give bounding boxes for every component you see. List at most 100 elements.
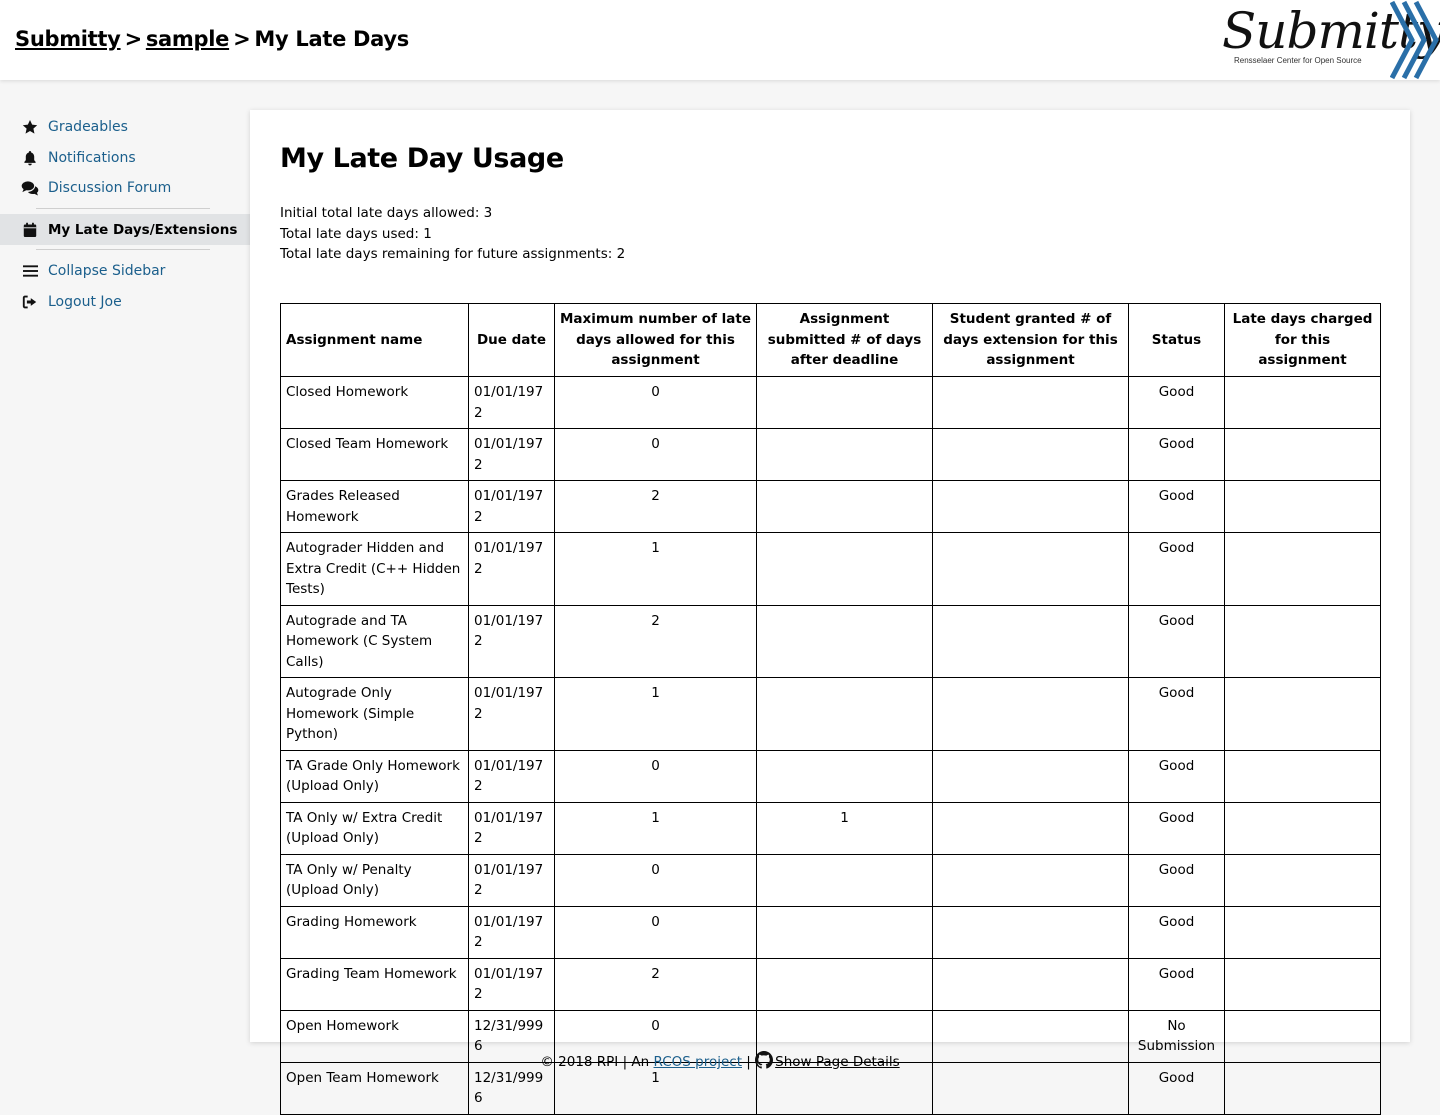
column-header: Student granted # of days extension for …	[932, 303, 1129, 377]
sidebar-item-notifications[interactable]: Notifications	[0, 142, 250, 173]
status-cell: Good	[1128, 801, 1225, 855]
status-cell: Good	[1128, 428, 1225, 481]
max-late-days-cell: 1	[554, 801, 757, 855]
due-date-cell: 01/01/1972	[468, 677, 555, 751]
footer: © 2018 RPI | An RCOS project | Show Page…	[0, 1051, 1440, 1073]
status-cell: Good	[1128, 376, 1225, 429]
table-row: TA Only w/ Extra Credit (Upload Only) 01/…	[280, 801, 1381, 855]
assignment-name-cell: Closed Homework	[280, 376, 469, 429]
summary-allowed: Initial total late days allowed: 3	[280, 205, 493, 221]
sidebar-item-label: Logout Joe	[48, 293, 122, 310]
star-icon	[21, 118, 39, 136]
due-date-cell: 01/01/1972	[468, 801, 555, 855]
status-cell: Good	[1128, 480, 1225, 533]
extension-days-cell	[932, 532, 1129, 606]
column-header: Assignment submitted # of days after dea…	[756, 303, 933, 377]
due-date-cell: 01/01/1972	[468, 480, 555, 533]
late-days-charged-cell	[1224, 853, 1381, 907]
late-days-charged-cell	[1224, 749, 1381, 803]
show-page-details-link[interactable]: Show Page Details	[755, 1051, 900, 1073]
assignment-name-cell: Autograde Only Homework (Simple Python)	[280, 677, 469, 751]
footer-copyright: © 2018 RPI | An	[540, 1054, 650, 1070]
sidebar-divider	[36, 208, 210, 209]
max-late-days-cell: 0	[554, 749, 757, 803]
assignment-name-cell: TA Grade Only Homework (Upload Only)	[280, 749, 469, 803]
due-date-cell: 01/01/1972	[468, 749, 555, 803]
sidebar-item-discussion-forum[interactable]: Discussion Forum	[0, 172, 250, 203]
late-days-charged-cell	[1224, 376, 1381, 429]
column-header: Assignment name	[280, 303, 469, 377]
late-days-summary: Initial total late days allowed: 3 Total…	[280, 203, 625, 265]
breadcrumb-course-link[interactable]: sample	[146, 27, 230, 51]
days-after-deadline-cell: 1	[756, 801, 933, 855]
breadcrumb-separator: >	[124, 27, 143, 51]
table-header-row: Assignment name Due date Maximum number …	[280, 303, 1381, 377]
logo-subtitle: Rensselaer Center for Open Source	[1234, 56, 1362, 65]
sidebar-item-label: Notifications	[48, 149, 136, 166]
due-date-cell: 01/01/1972	[468, 957, 555, 1011]
days-after-deadline-cell	[756, 905, 933, 959]
assignment-name-cell: Autograde and TA Homework (C System Call…	[280, 604, 469, 678]
extension-days-cell	[932, 853, 1129, 907]
days-after-deadline-cell	[756, 957, 933, 1011]
sidebar-item-collapse-sidebar[interactable]: Collapse Sidebar	[0, 255, 250, 286]
summary-remaining: Total late days remaining for future ass…	[280, 246, 626, 262]
status-cell: Good	[1128, 532, 1225, 606]
footer-divider: |	[746, 1054, 751, 1070]
late-days-charged-cell	[1224, 604, 1381, 678]
extension-days-cell	[932, 428, 1129, 481]
github-icon	[755, 1051, 774, 1073]
breadcrumb-home-link[interactable]: Submitty	[15, 27, 121, 51]
sidebar-divider	[36, 249, 210, 250]
sidebar-item-late-days[interactable]: My Late Days/Extensions	[0, 214, 250, 245]
status-cell: Good	[1128, 957, 1225, 1011]
max-late-days-cell: 2	[554, 480, 757, 533]
max-late-days-cell: 1	[554, 532, 757, 606]
days-after-deadline-cell	[756, 480, 933, 533]
status-cell: Good	[1128, 905, 1225, 959]
late-days-charged-cell	[1224, 428, 1381, 481]
extension-days-cell	[932, 677, 1129, 751]
max-late-days-cell: 0	[554, 376, 757, 429]
rcos-project-link[interactable]: RCOS project	[654, 1054, 742, 1070]
submitty-logo[interactable]: Submitty Rensselaer Center for Open Sour…	[1218, 0, 1440, 80]
due-date-cell: 01/01/1972	[468, 905, 555, 959]
bell-icon	[21, 149, 39, 167]
table-row: Grades Released Homework 01/01/1972 2 Good	[280, 480, 1381, 533]
assignment-name-cell: Grading Homework	[280, 905, 469, 959]
comments-icon	[21, 179, 39, 197]
late-days-charged-cell	[1224, 532, 1381, 606]
days-after-deadline-cell	[756, 532, 933, 606]
late-days-charged-cell	[1224, 957, 1381, 1011]
status-cell: Good	[1128, 677, 1225, 751]
content-panel: My Late Day Usage Initial total late day…	[250, 110, 1410, 1115]
bars-icon	[21, 262, 39, 280]
table-row: Closed Team Homework 01/01/1972 0 Good	[280, 428, 1381, 481]
top-header: Submitty > sample > My Late Days Submitty Re…	[0, 0, 1440, 80]
status-cell: Good	[1128, 749, 1225, 803]
column-header: Due date	[468, 303, 555, 377]
calendar-icon	[21, 221, 39, 239]
due-date-cell: 01/01/1972	[468, 532, 555, 606]
extension-days-cell	[932, 801, 1129, 855]
show-page-details-label: Show Page Details	[775, 1054, 900, 1070]
sidebar-item-label: Discussion Forum	[48, 179, 172, 196]
sidebar-item-gradeables[interactable]: Gradeables	[0, 111, 250, 142]
days-after-deadline-cell	[756, 677, 933, 751]
table-row: TA Grade Only Homework (Upload Only) 01/0…	[280, 749, 1381, 803]
late-days-charged-cell	[1224, 801, 1381, 855]
page-title: My Late Day Usage	[280, 143, 564, 174]
assignment-name-cell: TA Only w/ Extra Credit (Upload Only)	[280, 801, 469, 855]
max-late-days-cell: 1	[554, 677, 757, 751]
max-late-days-cell: 0	[554, 853, 757, 907]
sidebar-item-logout[interactable]: Logout Joe	[0, 286, 250, 317]
due-date-cell: 01/01/1972	[468, 853, 555, 907]
status-cell: Good	[1128, 853, 1225, 907]
extension-days-cell	[932, 376, 1129, 429]
due-date-cell: 01/01/1972	[468, 428, 555, 481]
sidebar-item-label: Collapse Sidebar	[48, 262, 166, 279]
extension-days-cell	[932, 905, 1129, 959]
sidebar-item-label: My Late Days/Extensions	[48, 221, 238, 238]
table-row: Grading Team Homework 01/01/1972 2 Good	[280, 957, 1381, 1011]
extension-days-cell	[932, 749, 1129, 803]
